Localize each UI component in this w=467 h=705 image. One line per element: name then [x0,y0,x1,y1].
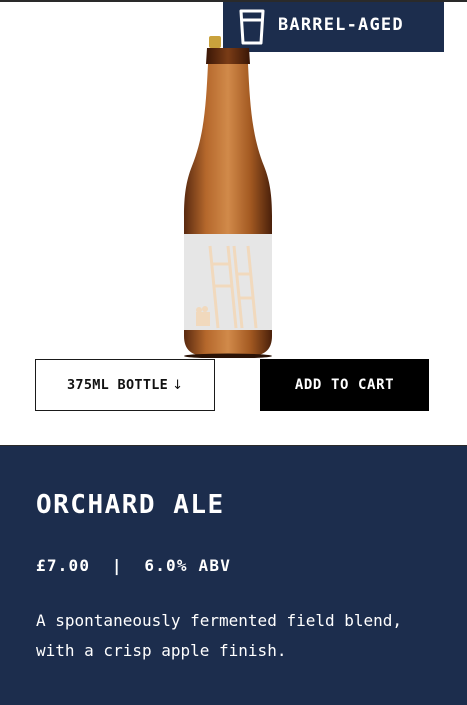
bottle-image [184,36,272,358]
badge-label: BARREL-AGED [278,15,404,35]
product-description: A spontaneously fermented field blend, w… [36,611,403,660]
arrow-down-icon: ↓ [172,377,184,393]
abv: 6.0% ABV [144,556,232,575]
price-separator: | [111,556,123,575]
product-title: ORCHARD ALE [36,490,225,520]
product-info-panel: ORCHARD ALE £7.00 | 6.0% ABV A spontaneo… [0,446,467,705]
add-to-cart-button[interactable]: ADD TO CART [260,359,429,411]
price: £7.00 [36,556,91,575]
price-abv-line: £7.00 | 6.0% ABV [36,556,231,575]
size-select-value: 375ML BOTTLE [66,377,169,393]
size-select[interactable]: 375ML BOTTLE ↓ [35,359,215,411]
